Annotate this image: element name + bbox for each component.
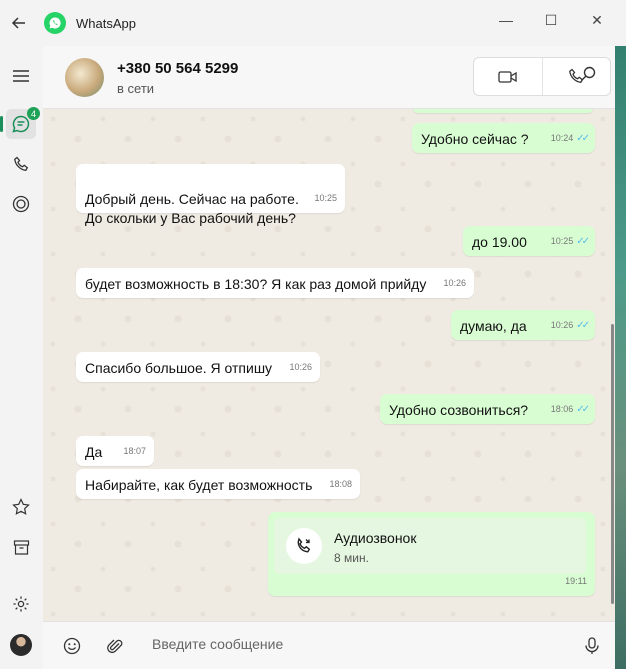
paperclip-icon xyxy=(106,639,122,653)
message-text: Удобно созвониться? xyxy=(389,402,529,418)
hamburger-icon xyxy=(13,70,29,82)
call-title: Аудиозвонок xyxy=(334,530,417,546)
status-button[interactable] xyxy=(6,189,36,219)
whatsapp-logo-icon xyxy=(44,12,66,34)
archive-icon xyxy=(13,539,29,555)
message-list[interactable]: Удобно сейчас ? 10:24 ✓✓ Добрый день. Сей… xyxy=(43,109,615,621)
message-bubble[interactable]: до 19.00 10:25 ✓✓ xyxy=(463,226,595,256)
gear-icon xyxy=(13,596,29,612)
maximize-button[interactable]: ☐ xyxy=(528,0,574,40)
message-time: 18:08 xyxy=(329,479,352,489)
search-button[interactable] xyxy=(580,66,596,85)
back-button[interactable] xyxy=(0,0,38,46)
app-title: WhatsApp xyxy=(76,15,136,31)
message-time: 10:25 xyxy=(314,193,337,203)
search-icon xyxy=(581,66,596,81)
call-card[interactable]: Аудиозвонок 8 мин. xyxy=(274,518,586,574)
message-text: думаю, да xyxy=(460,318,527,334)
partial-message xyxy=(413,109,593,113)
chat-bubble-icon xyxy=(12,115,30,133)
message-time: 10:26 xyxy=(443,278,466,288)
emoji-button[interactable] xyxy=(61,635,83,657)
message-time: 10:25 ✓✓ xyxy=(551,232,590,251)
message-text: Спасибо большое. Я отпишу xyxy=(85,360,273,376)
contact-avatar[interactable] xyxy=(65,58,104,97)
read-ticks-icon: ✓✓ xyxy=(576,236,590,247)
minimize-button[interactable]: — xyxy=(483,0,529,40)
read-ticks-icon: ✓✓ xyxy=(576,320,590,331)
message-time: 19:11 xyxy=(565,576,587,586)
message-bubble[interactable]: Да 18:07 xyxy=(76,436,154,466)
message-text: Да xyxy=(85,444,103,460)
arrow-left-icon xyxy=(11,17,25,29)
contact-name[interactable]: +380 50 564 5299 xyxy=(117,60,238,77)
close-button[interactable]: ✕ xyxy=(574,0,620,40)
call-icon-button[interactable] xyxy=(286,528,322,564)
chats-button[interactable]: 4 xyxy=(6,107,40,139)
active-indicator xyxy=(0,116,3,132)
attach-button[interactable] xyxy=(104,635,126,657)
menu-button[interactable] xyxy=(6,61,36,91)
voice-message-button[interactable] xyxy=(581,635,603,657)
star-icon xyxy=(12,498,30,515)
archive-button[interactable] xyxy=(6,532,36,562)
call-duration: 8 мин. xyxy=(334,551,369,565)
phone-icon xyxy=(13,156,28,171)
calls-button[interactable] xyxy=(6,149,36,179)
phone-call-icon xyxy=(297,537,311,553)
avatar xyxy=(10,634,32,656)
scrollbar[interactable] xyxy=(611,324,614,604)
chat-header: +380 50 564 5299 в сети xyxy=(43,46,615,109)
message-text: Набирайте, как будет возможность xyxy=(85,477,313,493)
read-ticks-icon: ✓✓ xyxy=(576,404,590,415)
message-bubble[interactable]: будет возможность в 18:30? Я как раз дом… xyxy=(76,268,474,298)
status-ring-icon xyxy=(12,195,30,213)
message-bubble[interactable]: Спасибо большое. Я отпишу 10:26 xyxy=(76,352,320,382)
message-text: Добрый день. Сейчас на работе. До скольк… xyxy=(85,191,299,226)
video-call-button[interactable] xyxy=(474,58,542,95)
message-text: до 19.00 xyxy=(472,234,527,250)
message-time: 18:07 xyxy=(123,446,146,456)
unread-count-badge: 4 xyxy=(27,107,40,120)
message-time: 10:26 ✓✓ xyxy=(551,316,590,335)
smiley-icon xyxy=(63,637,81,655)
message-bubble[interactable]: Набирайте, как будет возможность 18:08 xyxy=(76,469,360,499)
message-input[interactable]: Введите сообщение xyxy=(152,636,283,652)
starred-button[interactable] xyxy=(6,492,36,522)
navigation-rail: 4 xyxy=(0,46,43,669)
message-time: 10:24 ✓✓ xyxy=(551,129,590,148)
profile-button[interactable] xyxy=(6,630,36,660)
read-ticks-icon: ✓✓ xyxy=(576,133,590,144)
message-bubble[interactable]: Удобно сейчас ? 10:24 ✓✓ xyxy=(412,123,595,153)
call-message-bubble[interactable]: Аудиозвонок 8 мин. 19:11 xyxy=(268,512,595,596)
message-time: 10:26 xyxy=(289,362,312,372)
message-bubble[interactable]: Удобно созвониться? 18:06 ✓✓ xyxy=(380,394,595,424)
message-text: Удобно сейчас ? xyxy=(421,131,529,147)
microphone-icon xyxy=(585,637,599,654)
message-bubble[interactable]: думаю, да 10:26 ✓✓ xyxy=(451,310,595,340)
voice-call-button[interactable] xyxy=(541,58,611,95)
message-text: будет возможность в 18:30? Я как раз дом… xyxy=(85,276,427,292)
message-bubble[interactable]: Добрый день. Сейчас на работе. До скольк… xyxy=(76,164,345,226)
video-camera-icon xyxy=(498,70,517,83)
contact-status: в сети xyxy=(117,81,155,96)
settings-button[interactable] xyxy=(6,589,36,619)
composer-bar: Введите сообщение xyxy=(43,621,615,669)
message-time: 18:06 ✓✓ xyxy=(551,400,590,419)
